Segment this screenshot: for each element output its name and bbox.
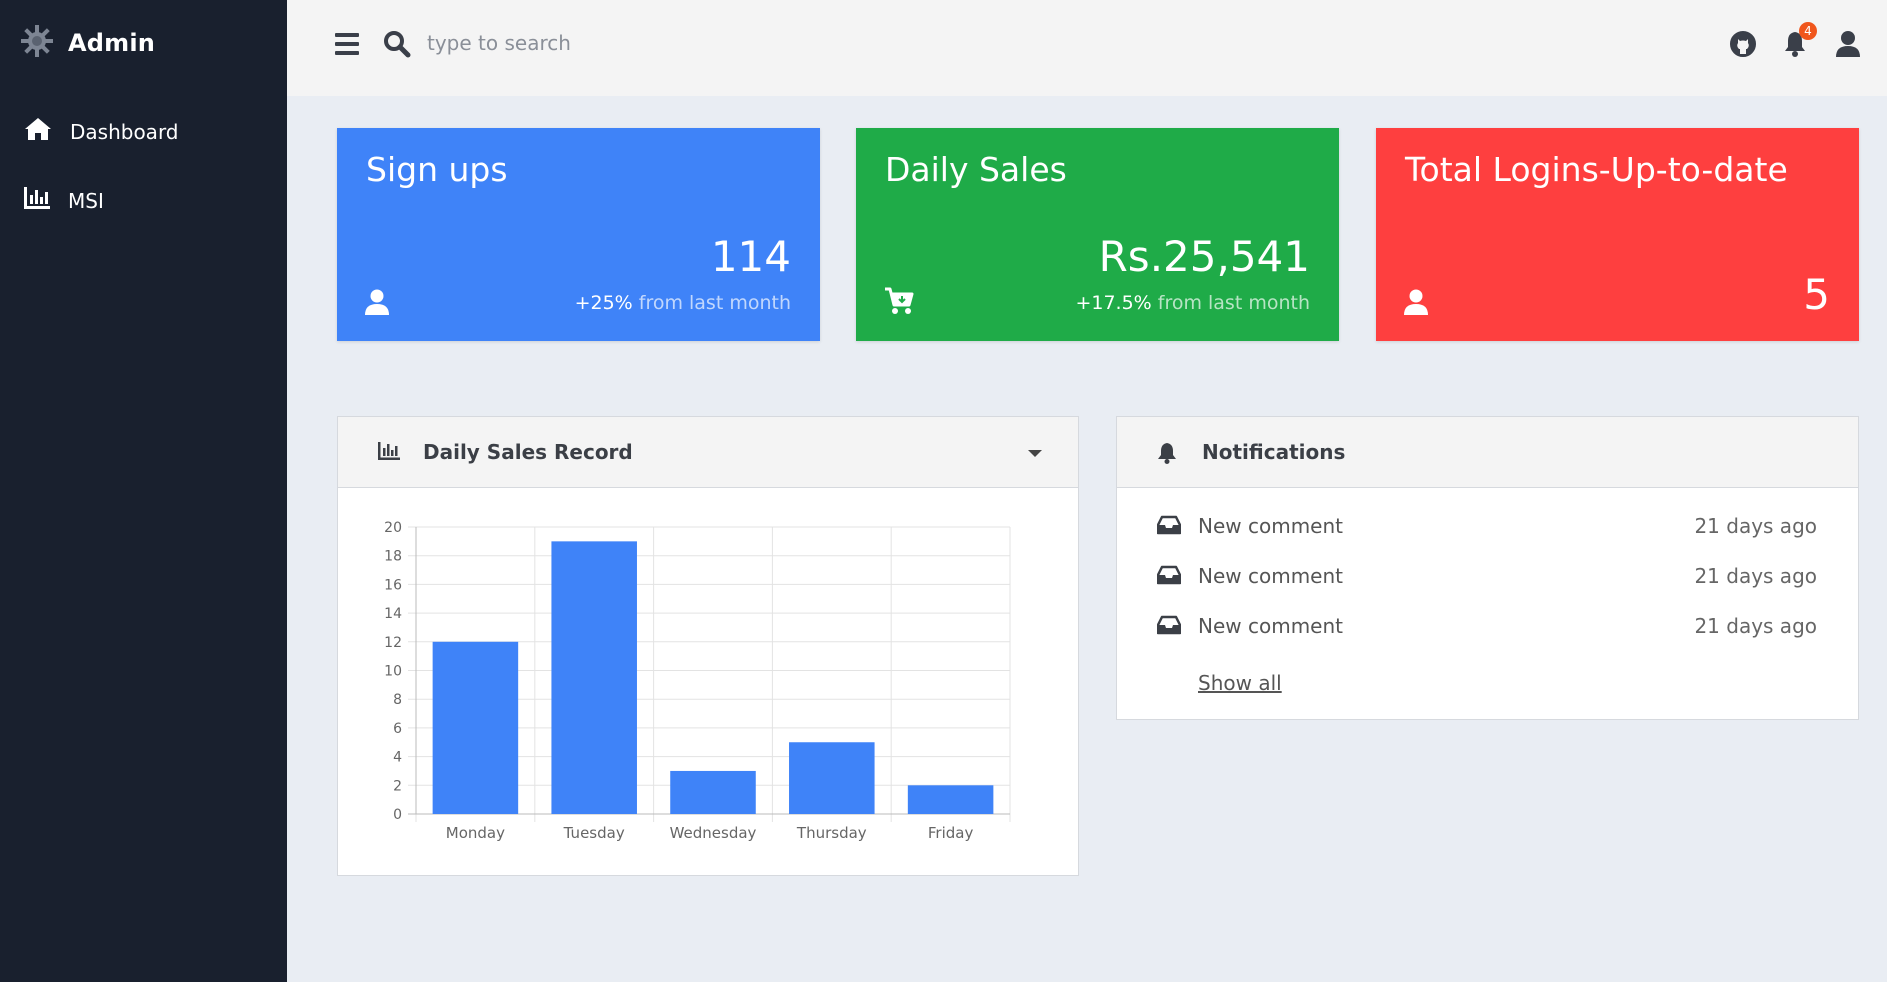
panel-header: Notifications	[1117, 417, 1858, 488]
notification-item[interactable]: New comment 21 days ago	[1156, 514, 1817, 565]
card-change: +25% from last month	[574, 292, 791, 314]
notification-count-badge: 4	[1799, 22, 1817, 40]
user-icon	[365, 289, 389, 319]
notification-item[interactable]: New comment 21 days ago	[1156, 564, 1817, 615]
daily-sales-panel: Daily Sales Record 0 2 4 6 8 10 12 14 16 18 20 Mond…	[337, 416, 1079, 876]
signups-card: Sign ups 114 +25% from last month	[337, 128, 820, 341]
y-tick-label: 2	[393, 778, 402, 794]
brand-name: Admin	[68, 29, 156, 57]
user-icon[interactable]	[1835, 30, 1861, 62]
y-tick-label: 18	[384, 549, 402, 565]
sidebar-item-label: Dashboard	[70, 119, 179, 144]
bar-thursday	[789, 742, 875, 814]
y-tick-label: 14	[384, 606, 402, 622]
search-input[interactable]	[427, 26, 847, 60]
menu-toggle-button[interactable]	[335, 33, 359, 55]
y-tick-label: 20	[384, 520, 402, 536]
y-tick-label: 10	[384, 664, 402, 680]
sidebar-item-dashboard[interactable]: Dashboard	[24, 117, 179, 146]
x-tick-label: Thursday	[796, 824, 867, 842]
y-tick-label: 4	[393, 750, 402, 766]
x-tick-label: Monday	[446, 824, 505, 842]
topbar: 4	[287, 0, 1887, 96]
search-icon[interactable]	[383, 30, 411, 62]
home-icon	[24, 117, 52, 146]
y-tick-label: 12	[384, 635, 402, 651]
y-tick-label: 16	[384, 577, 402, 593]
inbox-icon	[1156, 515, 1182, 539]
cart-icon	[884, 287, 914, 319]
card-value: 114	[710, 232, 791, 281]
sidebar-item-label: MSI	[68, 188, 104, 213]
gear-icon	[20, 24, 54, 62]
total-logins-card: Total Logins-Up-to-date 5	[1376, 128, 1859, 341]
bell-icon	[1157, 442, 1177, 468]
card-title: Total Logins-Up-to-date	[1405, 150, 1788, 189]
github-icon[interactable]	[1729, 30, 1757, 62]
sidebar-item-msi[interactable]: MSI	[24, 187, 104, 214]
bar-chart-icon	[24, 187, 50, 214]
bar-wednesday	[670, 770, 756, 814]
x-tick-label: Tuesday	[563, 824, 625, 842]
brand[interactable]: Admin	[20, 24, 155, 62]
show-all-link[interactable]: Show all	[1198, 671, 1282, 695]
y-tick-label: 6	[393, 721, 402, 737]
notification-item[interactable]: New comment 21 days ago	[1156, 614, 1817, 665]
notifications-panel: Notifications New comment 21 days ago Ne…	[1116, 416, 1859, 720]
inbox-icon	[1156, 615, 1182, 639]
y-tick-label: 8	[393, 692, 402, 708]
panel-title: Notifications	[1202, 440, 1346, 464]
sidebar: Admin Dashboard MSI	[0, 0, 287, 982]
chevron-down-icon[interactable]	[1028, 450, 1042, 457]
card-value: Rs.25,541	[1098, 232, 1310, 281]
notification-list: New comment 21 days ago New comment 21 d…	[1156, 514, 1817, 665]
bar-chart-icon	[378, 442, 400, 464]
card-title: Daily Sales	[885, 150, 1067, 189]
card-title: Sign ups	[366, 150, 508, 189]
x-tick-label: Wednesday	[670, 824, 757, 842]
bar-tuesday	[551, 541, 637, 814]
daily-sales-card: Daily Sales Rs.25,541 +17.5% from last m…	[856, 128, 1339, 341]
y-tick-label: 0	[393, 807, 402, 823]
user-icon	[1404, 289, 1428, 319]
x-tick-label: Friday	[928, 824, 974, 842]
sales-bar-chart: 0 2 4 6 8 10 12 14 16 18 20 Monday Tuesday Wednesday T…	[384, 520, 1011, 842]
panel-title: Daily Sales Record	[423, 440, 633, 464]
inbox-icon	[1156, 565, 1182, 589]
bar-friday	[907, 785, 994, 814]
card-value: 5	[1803, 270, 1830, 319]
bar-monday	[432, 641, 519, 814]
panel-header: Daily Sales Record	[338, 417, 1078, 488]
card-change: +17.5% from last month	[1075, 292, 1310, 314]
